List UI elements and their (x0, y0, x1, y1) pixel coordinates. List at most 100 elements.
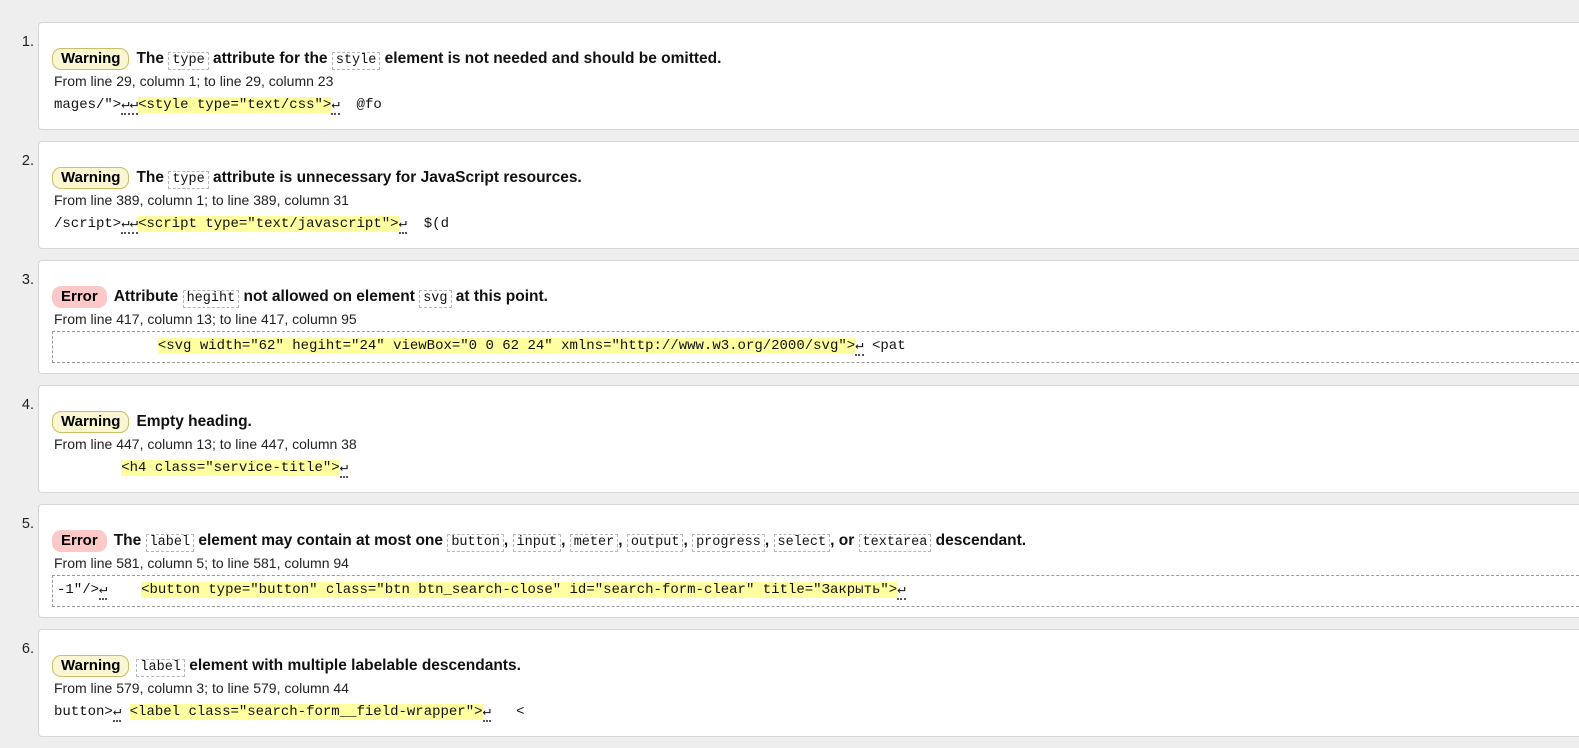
message-box: Warning The type attribute is unnecessary… (38, 141, 1579, 250)
validation-message: Warning label element with multiple label… (0, 629, 1579, 738)
message-text: The (136, 49, 169, 67)
source-location: From line 417, column 13; to line 417, c… (54, 311, 357, 328)
extract-context: button> (54, 704, 113, 721)
extract-highlight: <script type="text/javascript"> (138, 216, 399, 233)
message-text: , (683, 531, 693, 549)
extract-highlight: <label class="search-form__field-wrapper… (129, 704, 483, 721)
line-break-marker-icon: ↵ (855, 338, 864, 357)
message-text: element may contain at most one (194, 531, 448, 549)
extract-context: <pat (863, 338, 906, 355)
inline-code: progress (692, 533, 765, 552)
line-break-marker-icon: ↵↵ (121, 97, 139, 116)
inline-code: select (773, 533, 831, 552)
line-break-marker-icon: ↵ (339, 460, 349, 479)
extract-context (107, 582, 141, 598)
message-headline: Warning Empty heading. (52, 410, 1579, 433)
message-text: The (136, 168, 169, 186)
inline-code: meter (569, 533, 619, 552)
message-text: attribute is unnecessary for JavaScript … (208, 168, 582, 186)
extract-context (57, 338, 158, 354)
message-text: , (764, 531, 774, 549)
source-extract: <svg width="62" hegiht="24" viewBox="0 0… (52, 331, 1579, 364)
source-extract: button>↵ <label class="search-form__fiel… (52, 700, 1579, 726)
validation-message-list: Warning The type attribute for the style … (0, 22, 1579, 748)
source-location: From line 579, column 3; to line 579, co… (54, 680, 349, 697)
line-break-marker-icon: ↵↵ (121, 216, 139, 235)
status-badge: Error (52, 529, 107, 552)
validation-message: Warning The type attribute is unnecessary… (0, 141, 1579, 250)
extract-context: -1"/> (57, 582, 100, 599)
source-extract-wrapper: <svg width="62" hegiht="24" viewBox="0 0… (52, 331, 1579, 364)
extract-context: /script> (54, 216, 122, 233)
message-headline: Warning label element with multiple label… (52, 654, 1579, 678)
line-break-marker-icon: ↵ (897, 582, 906, 601)
validation-message: Error The label element may contain at mo… (0, 504, 1579, 619)
inline-code: type (168, 51, 209, 70)
source-location: From line 447, column 13; to line 447, c… (54, 436, 357, 453)
source-extract-wrapper: button>↵ <label class="search-form__fiel… (52, 700, 1579, 726)
message-headline: Warning The type attribute for the style … (52, 47, 1579, 71)
message-text: Empty heading. (136, 412, 252, 430)
validation-message: Warning Empty heading. From line 447, colu… (0, 385, 1579, 494)
message-headline: Warning The type attribute is unnecessary… (52, 166, 1579, 190)
message-text: attribute for the (208, 49, 332, 67)
extract-highlight: <svg width="62" hegiht="24" viewBox="0 0… (157, 338, 856, 355)
extract-context: @fo (339, 97, 382, 114)
inline-code: hegiht (182, 289, 240, 308)
validation-message: Warning The type attribute for the style … (0, 22, 1579, 131)
extract-context (121, 704, 129, 720)
message-box: Warning The type attribute for the style … (38, 22, 1579, 131)
extract-context: $(d (406, 216, 449, 233)
source-extract-wrapper: mages/">↵↵<style type="text/css">↵ @fo (52, 93, 1579, 119)
source-extract-wrapper: <h4 class="service-title">↵ (52, 456, 1579, 482)
extract-context (54, 460, 121, 476)
inline-code: textarea (858, 533, 932, 552)
message-box: Error Attribute hegiht not allowed on ele… (38, 260, 1579, 375)
message-text: , (503, 531, 513, 549)
inline-code: style (331, 51, 381, 70)
source-extract: mages/">↵↵<style type="text/css">↵ @fo (52, 93, 1579, 119)
message-text: element is not needed and should be omit… (380, 49, 722, 67)
inline-code: type (168, 170, 209, 189)
message-text: , (561, 531, 570, 549)
message-text: The (113, 531, 146, 549)
message-text: not allowed on element (239, 287, 420, 305)
source-location: From line 389, column 1; to line 389, co… (54, 192, 349, 209)
line-break-marker-icon: ↵ (331, 97, 340, 116)
line-break-marker-icon: ↵ (398, 216, 407, 235)
message-headline: Error Attribute hegiht not allowed on ele… (52, 285, 1579, 309)
status-badge: Warning (52, 654, 130, 677)
line-break-marker-icon: ↵ (482, 704, 491, 723)
message-box: Warning Empty heading. From line 447, colu… (38, 385, 1579, 494)
source-extract: <h4 class="service-title">↵ (52, 456, 1579, 482)
inline-code: label (145, 533, 195, 552)
message-text: descendant. (931, 531, 1027, 549)
source-location: From line 29, column 1; to line 29, colu… (54, 73, 334, 90)
message-headline: Error The label element may contain at mo… (52, 529, 1579, 553)
inline-code: input (512, 533, 562, 552)
message-text: at this point. (451, 287, 548, 305)
extract-context: mages/"> (54, 97, 122, 114)
status-badge: Warning (52, 166, 130, 189)
source-extract-wrapper: -1"/> ↵ <button type="button" class="btn … (52, 575, 1579, 608)
message-text: , (618, 531, 627, 549)
extract-highlight: <button type="button" class="btn btn_sea… (141, 582, 898, 599)
status-badge: Warning (52, 410, 130, 433)
line-break-marker-icon: ↵ (112, 704, 122, 723)
validation-results: Warning The type attribute for the style … (0, 0, 1579, 748)
inline-code: svg (419, 289, 452, 308)
message-text: , or (830, 531, 859, 549)
inline-code: output (626, 533, 684, 552)
message-text: Attribute (113, 287, 183, 305)
source-extract-wrapper: /script>↵↵<script type="text/javascript"… (52, 212, 1579, 238)
source-location: From line 581, column 5; to line 581, co… (54, 555, 349, 572)
extract-highlight: <h4 class="service-title"> (121, 460, 340, 477)
extract-highlight: <style type="text/css"> (138, 97, 332, 114)
message-text: element with multiple labelable descenda… (184, 656, 521, 674)
extract-context: < (490, 704, 525, 721)
source-extract: -1"/> ↵ <button type="button" class="btn … (52, 575, 1579, 608)
inline-code: button (447, 533, 504, 552)
validation-message: Error Attribute hegiht not allowed on ele… (0, 260, 1579, 375)
inline-code: label (136, 658, 185, 677)
source-extract: /script>↵↵<script type="text/javascript"… (52, 212, 1579, 238)
